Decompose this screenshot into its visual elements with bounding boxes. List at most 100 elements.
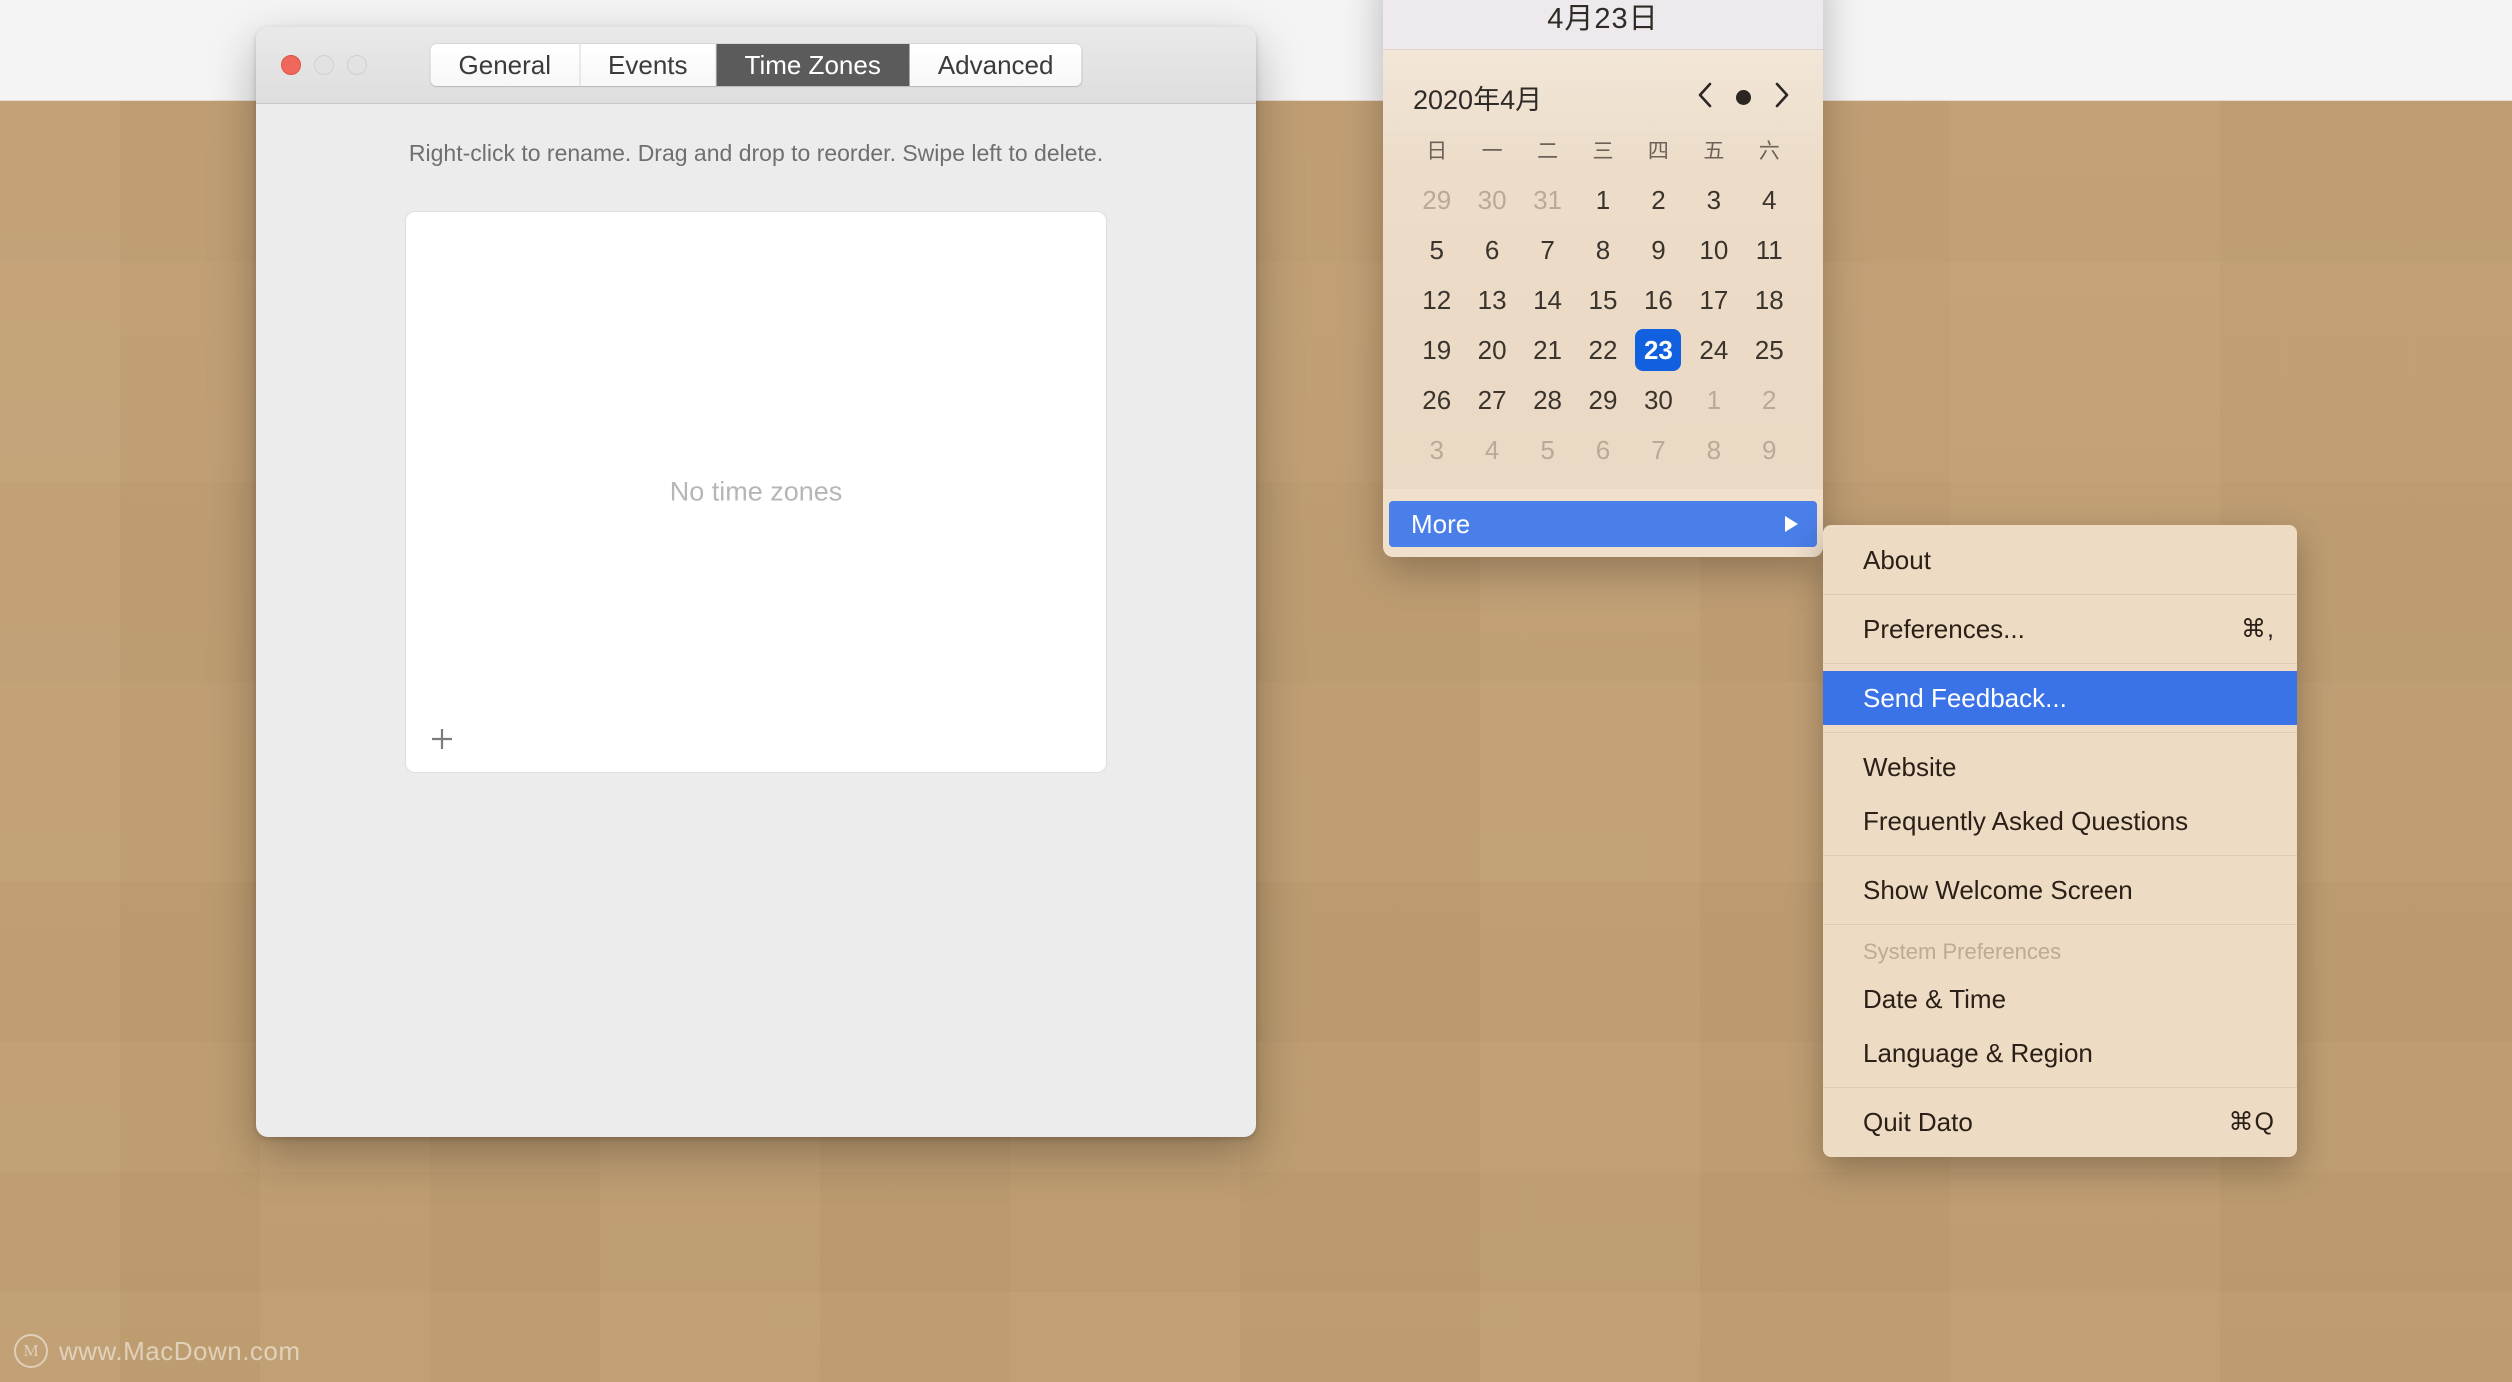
calendar-day[interactable]: 2 (1742, 375, 1797, 425)
calendar-day[interactable]: 7 (1520, 225, 1575, 275)
calendar-day[interactable]: 18 (1742, 275, 1797, 325)
calendar-day-label: 12 (1422, 285, 1452, 315)
calendar-day[interactable]: 1 (1575, 175, 1630, 225)
more-menu-item[interactable]: More (1389, 501, 1817, 547)
calendar-day[interactable]: 14 (1520, 275, 1575, 325)
calendar-day-label: 24 (1699, 335, 1729, 365)
minimize-button[interactable] (314, 55, 334, 75)
menu-separator (1823, 732, 2297, 733)
menu-item[interactable]: Show Welcome Screen (1823, 863, 2297, 917)
calendar-day[interactable]: 4 (1742, 175, 1797, 225)
calendar-day-label: 2 (1762, 385, 1777, 415)
calendar-day[interactable]: 6 (1464, 225, 1519, 275)
menu-item[interactable]: About (1823, 533, 2297, 587)
calendar-day[interactable]: 3 (1409, 425, 1464, 475)
calendar-day-label: 3 (1706, 185, 1722, 215)
time-zone-list[interactable]: No time zones (406, 212, 1106, 772)
today-dot-icon[interactable] (1736, 90, 1751, 105)
weekday-wed: 三 (1592, 140, 1614, 163)
calendar-day[interactable]: 5 (1409, 225, 1464, 275)
more-menu-label: More (1411, 508, 1471, 539)
calendar-day[interactable]: 19 (1409, 325, 1464, 375)
traffic-light-buttons (281, 55, 367, 75)
menu-separator (1823, 1087, 2297, 1088)
calendar-day-label: 16 (1643, 285, 1673, 315)
calendar-day[interactable]: 26 (1409, 375, 1464, 425)
calendar-day-label: 28 (1533, 385, 1563, 415)
tab-time-zones[interactable]: Time Zones (716, 44, 910, 86)
calendar-day[interactable]: 10 (1686, 225, 1741, 275)
close-button[interactable] (281, 55, 301, 75)
popover-date-title: 4月23日 (1547, 3, 1659, 35)
menu-item[interactable]: Website (1823, 740, 2297, 794)
weekday-sat: 六 (1758, 140, 1780, 163)
calendar-day[interactable]: 2 (1631, 175, 1686, 225)
calendar-day[interactable]: 9 (1742, 425, 1797, 475)
calendar-day-label: 13 (1477, 285, 1507, 315)
calendar-day-label: 26 (1422, 385, 1452, 415)
calendar-day[interactable]: 29 (1575, 375, 1630, 425)
calendar-day-grid: 29 30 31 1 2 3 4 5 6 7 8 9 10 11 12 13 14 15 16 17 18 19 20 21 2… (1409, 175, 1797, 475)
calendar-nav-controls (1694, 80, 1793, 115)
calendar-day-label: 9 (1762, 435, 1777, 465)
calendar-day-label: 23 (1635, 329, 1682, 371)
calendar-day[interactable]: 28 (1520, 375, 1575, 425)
menu-item-label: Show Welcome Screen (1863, 874, 2133, 905)
calendar-day-label: 1 (1706, 385, 1722, 415)
tab-events[interactable]: Events (580, 44, 717, 86)
calendar-day[interactable]: 31 (1520, 175, 1575, 225)
calendar-day[interactable]: 15 (1575, 275, 1630, 325)
calendar-day-label: 31 (1533, 185, 1563, 215)
tab-general[interactable]: General (430, 44, 581, 86)
calendar-day[interactable]: 4 (1464, 425, 1519, 475)
calendar-day[interactable]: 22 (1575, 325, 1630, 375)
zoom-button[interactable] (347, 55, 367, 75)
submenu-arrow-icon (1781, 513, 1801, 535)
calendar-day[interactable]: 8 (1686, 425, 1741, 475)
menu-item[interactable]: Send Feedback... (1823, 671, 2297, 725)
calendar-day[interactable]: 6 (1575, 425, 1630, 475)
calendar-day-label: 9 (1651, 235, 1666, 265)
calendar-day[interactable]: 13 (1464, 275, 1519, 325)
menu-item-label: Send Feedback... (1863, 682, 2067, 713)
calendar-day[interactable]: 8 (1575, 225, 1630, 275)
prev-month-icon[interactable] (1694, 80, 1716, 115)
calendar-day[interactable]: 30 (1631, 375, 1686, 425)
menu-item[interactable]: Preferences... ⌘, (1823, 602, 2297, 656)
calendar-weekday-header: 日 一 二 三 四 五 六 (1409, 135, 1797, 175)
calendar-day[interactable]: 5 (1520, 425, 1575, 475)
calendar-day[interactable]: 11 (1742, 225, 1797, 275)
calendar-day[interactable]: 29 (1409, 175, 1464, 225)
menu-item[interactable]: Quit Dato ⌘Q (1823, 1095, 2297, 1149)
calendar-day[interactable]: 17 (1686, 275, 1741, 325)
calendar-day-label: 22 (1588, 335, 1618, 365)
calendar-day[interactable]: 3 (1686, 175, 1741, 225)
calendar-day[interactable]: 20 (1464, 325, 1519, 375)
calendar-day-label: 5 (1540, 435, 1555, 465)
calendar-day[interactable]: 21 (1520, 325, 1575, 375)
calendar-day[interactable]: 24 (1686, 325, 1741, 375)
calendar-day-selected[interactable]: 23 (1631, 325, 1686, 375)
calendar-day[interactable]: 12 (1409, 275, 1464, 325)
menu-separator (1823, 855, 2297, 856)
menu-section-header: System Preferences (1823, 932, 2297, 972)
menu-item[interactable]: Frequently Asked Questions (1823, 794, 2297, 848)
calendar-day-label: 30 (1477, 185, 1507, 215)
tab-advanced[interactable]: Advanced (909, 44, 1082, 86)
calendar-day[interactable]: 7 (1631, 425, 1686, 475)
calendar-day-label: 15 (1588, 285, 1618, 315)
calendar-day[interactable]: 25 (1742, 325, 1797, 375)
calendar-week-row: 5 6 7 8 9 10 11 (1409, 225, 1797, 275)
calendar-day-label: 3 (1429, 435, 1444, 465)
menu-item[interactable]: Date & Time (1823, 972, 2297, 1026)
calendar-day[interactable]: 27 (1464, 375, 1519, 425)
calendar-panel: 2020年4月 日 一 二 三 四 五 六 29 30 31 1 2 3 4 5… (1383, 50, 1823, 489)
calendar-day[interactable]: 30 (1464, 175, 1519, 225)
menu-item[interactable]: Language & Region (1823, 1026, 2297, 1080)
calendar-day[interactable]: 9 (1631, 225, 1686, 275)
add-time-zone-button[interactable] (423, 720, 461, 758)
calendar-day[interactable]: 16 (1631, 275, 1686, 325)
calendar-day[interactable]: 1 (1686, 375, 1741, 425)
next-month-icon[interactable] (1771, 80, 1793, 115)
menu-item-label: Website (1863, 751, 1957, 782)
